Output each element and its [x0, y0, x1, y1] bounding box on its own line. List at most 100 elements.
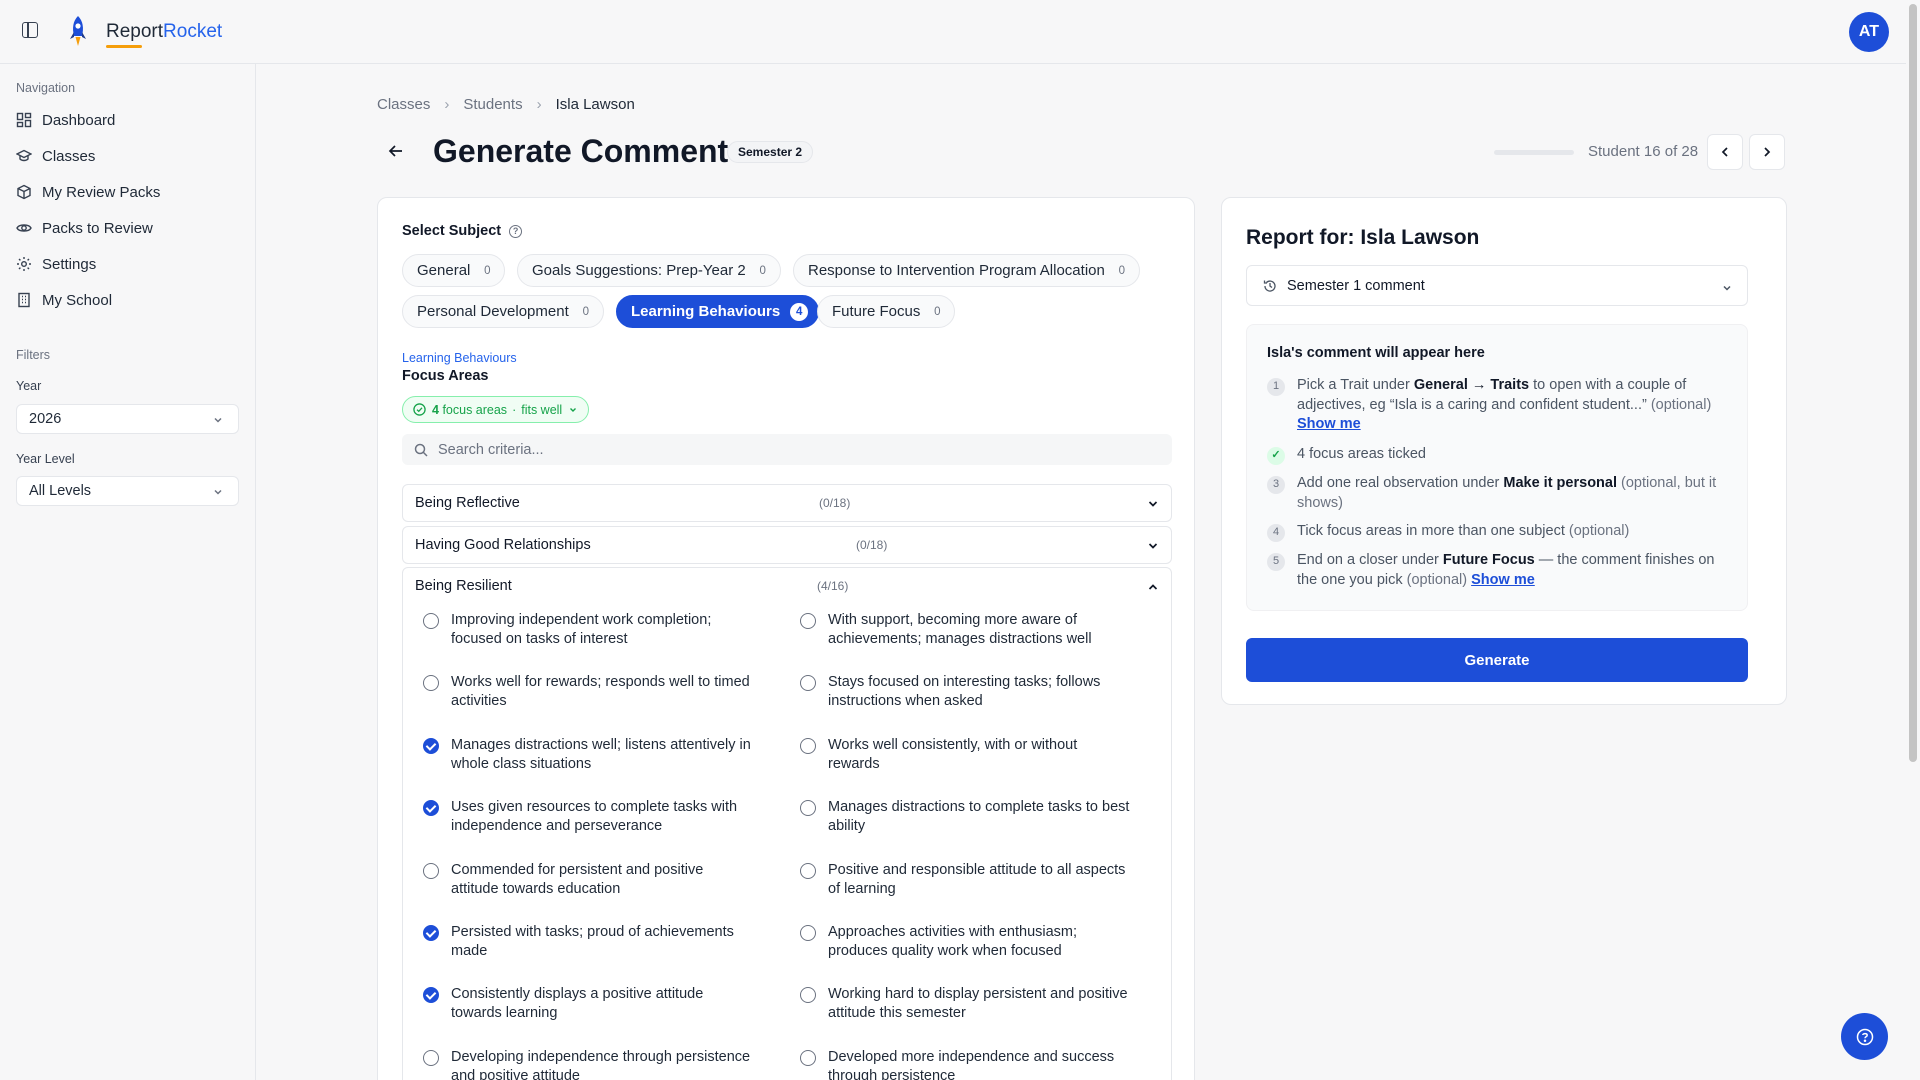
subject-chip-goals[interactable]: Goals Suggestions: Prep-Year 2 0: [517, 254, 781, 287]
criterion-label: Developed more independence and success …: [828, 1049, 1115, 1080]
group-being-reflective[interactable]: Being Reflective (0/18): [402, 484, 1172, 522]
previous-student-button[interactable]: [1707, 134, 1743, 170]
criterion-item[interactable]: Developing independence through persiste…: [423, 1048, 753, 1080]
year-value: 2026: [29, 411, 62, 427]
criterion-checkbox[interactable]: [800, 675, 816, 691]
sidebar-item-packs-to-review[interactable]: Packs to Review: [16, 217, 153, 239]
page-title: Generate Comment: [433, 133, 729, 169]
back-arrow-icon[interactable]: [388, 143, 404, 159]
criterion-label: Working hard to display persistent and p…: [828, 986, 1128, 1021]
group-being-resilient-header[interactable]: Being Resilient (4/16): [403, 568, 1171, 604]
criterion-checkbox[interactable]: [423, 863, 439, 879]
criterion-item[interactable]: Manages distractions well; listens atten…: [423, 736, 753, 774]
sidebar-item-label: My Review Packs: [42, 183, 161, 201]
criterion-checkbox[interactable]: [800, 1050, 816, 1066]
filters-heading: Filters: [16, 348, 51, 362]
help-button[interactable]: [1841, 1013, 1888, 1060]
criterion-checkbox[interactable]: [423, 613, 439, 629]
criterion-checkbox[interactable]: [800, 738, 816, 754]
chip-label: Goals Suggestions: Prep-Year 2: [532, 262, 746, 279]
criterion-label: Works well consistently, with or without…: [828, 737, 1078, 772]
criterion-item[interactable]: Commended for persistent and positive at…: [423, 861, 753, 899]
chevron-down-icon: [1148, 543, 1158, 549]
sidebar-item-my-school[interactable]: My School: [16, 289, 112, 311]
show-me-link[interactable]: Show me: [1471, 572, 1535, 588]
chevron-up-icon: [1148, 584, 1158, 590]
criterion-item[interactable]: Works well consistently, with or without…: [800, 736, 1130, 774]
criterion-checkbox[interactable]: [800, 800, 816, 816]
criterion-item[interactable]: Stays focused on interesting tasks; foll…: [800, 673, 1130, 711]
criterion-checkbox-checked[interactable]: [423, 738, 439, 754]
criterion-item[interactable]: Approaches activities with enthusiasm; p…: [800, 923, 1130, 961]
generate-button[interactable]: Generate: [1246, 638, 1748, 682]
criterion-label: Stays focused on interesting tasks; foll…: [828, 674, 1101, 709]
eye-icon: [16, 224, 32, 232]
user-avatar[interactable]: AT: [1849, 12, 1889, 52]
sidebar-item-classes[interactable]: Classes: [16, 145, 95, 167]
criterion-checkbox[interactable]: [423, 675, 439, 691]
criterion-item[interactable]: Consistently displays a positive attitud…: [423, 985, 753, 1023]
criterion-checkbox-checked[interactable]: [423, 925, 439, 941]
rocket-logo-icon: [70, 16, 86, 46]
year-level-select[interactable]: All Levels: [16, 476, 239, 506]
step-optional: (optional): [1650, 396, 1712, 413]
criterion-checkbox-checked[interactable]: [423, 800, 439, 816]
group-being-resilient: Being Resilient (4/16) Improving indepen…: [402, 567, 1172, 1080]
criterion-item[interactable]: Uses given resources to complete tasks w…: [423, 798, 753, 836]
page-scrollbar[interactable]: [1906, 0, 1920, 1080]
criterion-checkbox[interactable]: [800, 987, 816, 1003]
help-circle-icon[interactable]: ?: [509, 224, 523, 238]
criterion-item[interactable]: With support, becoming more aware of ach…: [800, 611, 1130, 649]
group-having-good-relationships[interactable]: Having Good Relationships (0/18): [402, 526, 1172, 564]
criterion-item[interactable]: Manages distractions to complete tasks t…: [800, 798, 1130, 836]
criterion-item[interactable]: Working hard to display persistent and p…: [800, 985, 1130, 1023]
breadcrumb: Classes › Students › Isla Lawson: [377, 96, 635, 113]
sidebar-item-label: Packs to Review: [42, 219, 153, 237]
focus-areas-title: Focus Areas: [402, 368, 489, 384]
subject-chip-learning-behaviours[interactable]: Learning Behaviours 4: [616, 295, 820, 328]
criterion-checkbox[interactable]: [800, 863, 816, 879]
fit-label: focus areas: [442, 402, 508, 417]
comment-guide: Isla's comment will appear here 1 Pick a…: [1246, 324, 1748, 611]
top-bar: ReportRocket AT: [0, 0, 1906, 64]
breadcrumb-current: Isla Lawson: [555, 96, 635, 113]
subject-chip-response-to-intervention[interactable]: Response to Intervention Program Allocat…: [793, 254, 1140, 287]
check-icon: ✓: [1267, 447, 1285, 465]
criterion-item[interactable]: Developed more independence and success …: [800, 1048, 1130, 1080]
sidebar-item-settings[interactable]: Settings: [16, 253, 96, 275]
show-me-link[interactable]: Show me: [1297, 416, 1361, 432]
subject-chip-general[interactable]: General 0: [402, 254, 506, 287]
group-name: Being Resilient: [415, 578, 512, 594]
criterion-item[interactable]: Works well for rewards; responds well to…: [423, 673, 753, 711]
step-emphasis: Future Focus: [1442, 552, 1535, 568]
criterion-item[interactable]: Positive and responsible attitude to all…: [800, 861, 1130, 899]
next-student-button[interactable]: [1749, 134, 1785, 170]
subject-chip-personal-development[interactable]: Personal Development 0: [402, 295, 604, 328]
sidebar-item-label: Settings: [42, 255, 97, 273]
guide-step: 1 Pick a Trait under General → Traits to…: [1267, 376, 1732, 435]
brand-name[interactable]: ReportRocket: [106, 21, 222, 43]
criterion-item[interactable]: Improving independent work completion; f…: [423, 611, 753, 649]
criterion-checkbox-checked[interactable]: [423, 987, 439, 1003]
subject-chip-future-focus[interactable]: Future Focus 0: [817, 295, 956, 328]
criteria-search-input[interactable]: [438, 441, 1138, 458]
chip-label: Future Focus: [832, 303, 921, 320]
group-count: (0/18): [819, 496, 851, 510]
criteria-search: [402, 434, 1172, 465]
chip-count: 0: [582, 305, 589, 318]
breadcrumb-classes[interactable]: Classes: [377, 96, 430, 113]
sidebar-toggle-icon[interactable]: [22, 22, 38, 38]
sidebar-item-my-review-packs[interactable]: My Review Packs: [16, 181, 160, 203]
criterion-checkbox[interactable]: [800, 613, 816, 629]
year-select[interactable]: 2026: [16, 404, 239, 434]
criterion-checkbox[interactable]: [423, 1050, 439, 1066]
focus-fit-badge[interactable]: 4 focus areas · fits well: [402, 396, 590, 423]
criterion-checkbox[interactable]: [800, 925, 816, 941]
chevron-down-icon: [1723, 285, 1731, 291]
scrollbar-thumb[interactable]: [1909, 4, 1917, 762]
breadcrumb-students[interactable]: Students: [463, 96, 522, 113]
sidebar-item-dashboard[interactable]: Dashboard: [16, 109, 115, 131]
semester-comment-select[interactable]: Semester 1 comment: [1246, 265, 1748, 306]
criterion-label: Manages distractions to complete tasks t…: [828, 799, 1130, 834]
criterion-item[interactable]: Persisted with tasks; proud of achieveme…: [423, 923, 753, 961]
